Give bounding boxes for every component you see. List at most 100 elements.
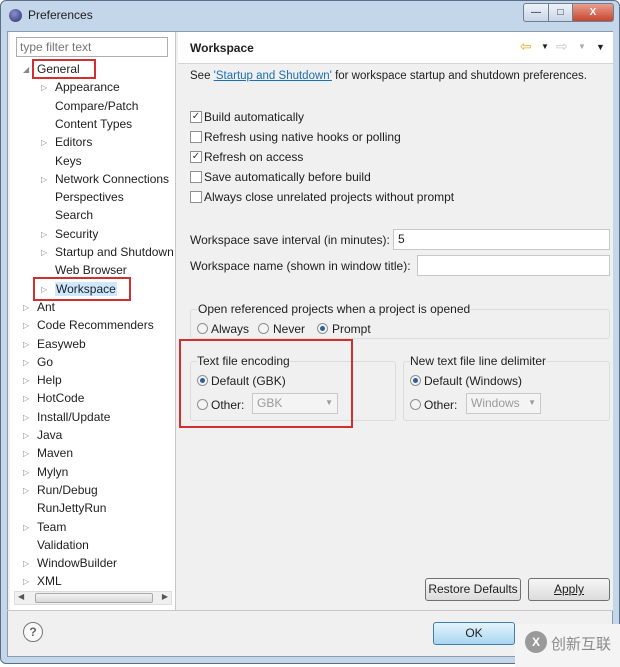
forward-arrow-icon[interactable]: ⇨: [556, 38, 568, 55]
minimize-button[interactable]: —: [523, 3, 549, 22]
always-radio[interactable]: [197, 323, 208, 334]
footer-divider: [7, 610, 613, 611]
watermark-logo: X 创新互联: [515, 624, 620, 667]
eclipse-app-icon: [9, 9, 22, 22]
back-menu-icon[interactable]: ▼: [541, 42, 549, 51]
always-label[interactable]: Always: [211, 322, 249, 336]
expand-arrow-icon[interactable]: ▷: [23, 303, 29, 312]
delimiter-default-radio[interactable]: [410, 375, 421, 386]
view-menu-icon[interactable]: ▼: [596, 42, 605, 52]
tree-item[interactable]: Install/Update: [37, 410, 110, 424]
checkbox-label[interactable]: Always close unrelated projects without …: [204, 190, 454, 204]
tree-item[interactable]: Team: [37, 520, 66, 534]
checkbox[interactable]: [190, 171, 202, 183]
checkbox[interactable]: ✓: [190, 151, 202, 163]
tree-item[interactable]: XML: [37, 574, 62, 588]
tree-item[interactable]: Validation: [37, 538, 89, 552]
expand-arrow-icon[interactable]: ▷: [23, 468, 29, 477]
delimiter-other-label[interactable]: Other:: [424, 398, 457, 412]
expand-arrow-icon[interactable]: ▷: [23, 486, 29, 495]
scroll-thumb[interactable]: [35, 593, 153, 603]
tree-item[interactable]: Startup and Shutdown: [55, 245, 174, 259]
tree-item[interactable]: Compare/Patch: [55, 99, 138, 113]
delimiter-default-label[interactable]: Default (Windows): [424, 374, 522, 388]
help-icon[interactable]: ?: [23, 622, 43, 642]
tree-item[interactable]: Editors: [55, 135, 92, 149]
tree-item[interactable]: Security: [55, 227, 98, 241]
expand-arrow-icon[interactable]: ▷: [23, 449, 29, 458]
expand-arrow-icon[interactable]: ▷: [23, 431, 29, 440]
tree-item[interactable]: Help: [37, 373, 62, 387]
tree-item[interactable]: Search: [55, 208, 93, 222]
expand-arrow-icon[interactable]: ▷: [23, 321, 29, 330]
ok-button[interactable]: OK: [433, 622, 515, 645]
expand-arrow-icon[interactable]: ▷: [41, 175, 47, 184]
prompt-radio[interactable]: [317, 323, 328, 334]
restore-defaults-button[interactable]: Restore Defaults: [425, 578, 521, 601]
apply-button[interactable]: Apply: [528, 578, 610, 601]
expand-arrow-icon[interactable]: ▷: [23, 413, 29, 422]
delimiter-select-value: Windows: [471, 396, 520, 410]
tree-item[interactable]: Content Types: [55, 117, 132, 131]
tree-item[interactable]: Maven: [37, 446, 73, 460]
tree-item[interactable]: Perspectives: [55, 190, 124, 204]
delimiter-select[interactable]: Windows ▼: [466, 393, 541, 414]
tree-item[interactable]: Web Browser: [55, 263, 127, 277]
collapse-arrow-icon[interactable]: ◢: [23, 65, 29, 74]
tree-item[interactable]: Network Connections: [55, 172, 169, 186]
forward-menu-icon[interactable]: ▼: [578, 42, 586, 51]
checkbox[interactable]: [190, 191, 202, 203]
tree-item[interactable]: Appearance: [55, 80, 120, 94]
startup-shutdown-link[interactable]: 'Startup and Shutdown': [214, 70, 332, 82]
checkbox-label[interactable]: Refresh using native hooks or polling: [204, 130, 401, 144]
watermark-icon: X: [525, 631, 547, 653]
highlight-box: [32, 59, 96, 79]
checkbox-label[interactable]: Build automatically: [204, 110, 304, 124]
checkbox[interactable]: ✓: [190, 111, 202, 123]
tree-item[interactable]: Run/Debug: [37, 483, 98, 497]
tree-item[interactable]: HotCode: [37, 391, 84, 405]
expand-arrow-icon[interactable]: ▷: [23, 358, 29, 367]
workspace-name-input[interactable]: [417, 255, 610, 276]
intro-text: See 'Startup and Shutdown' for workspace…: [190, 69, 612, 83]
expand-arrow-icon[interactable]: ▷: [41, 83, 47, 92]
never-radio[interactable]: [258, 323, 269, 334]
tree-item[interactable]: Ant: [37, 300, 55, 314]
close-button[interactable]: X: [572, 3, 614, 22]
page-title: Workspace: [190, 41, 254, 55]
tree-item[interactable]: RunJettyRun: [37, 501, 106, 515]
tree-item[interactable]: Java: [37, 428, 62, 442]
intro-pre: See: [190, 70, 214, 82]
filter-input[interactable]: [16, 37, 168, 57]
workspace-name-label: Workspace name (shown in window title):: [190, 259, 411, 273]
back-arrow-icon[interactable]: ⇦: [520, 38, 532, 55]
maximize-button[interactable]: □: [548, 3, 573, 22]
tree-item[interactable]: WindowBuilder: [37, 556, 117, 570]
open-ref-label: Open referenced projects when a project …: [197, 302, 472, 316]
expand-arrow-icon[interactable]: ▷: [23, 376, 29, 385]
expand-arrow-icon[interactable]: ▷: [23, 577, 29, 586]
expand-arrow-icon[interactable]: ▷: [23, 394, 29, 403]
tree-item[interactable]: Go: [37, 355, 53, 369]
scroll-left-icon[interactable]: ◀: [18, 592, 24, 601]
tree-item[interactable]: Code Recommenders: [37, 318, 154, 332]
expand-arrow-icon[interactable]: ▷: [41, 248, 47, 257]
delimiter-other-radio[interactable]: [410, 399, 421, 410]
expand-arrow-icon[interactable]: ▷: [23, 523, 29, 532]
tree-horizontal-scrollbar[interactable]: ◀ ▶: [14, 591, 172, 605]
checkbox[interactable]: [190, 131, 202, 143]
scroll-right-icon[interactable]: ▶: [162, 592, 168, 601]
expand-arrow-icon[interactable]: ▷: [41, 230, 47, 239]
tree-item[interactable]: Mylyn: [37, 465, 68, 479]
prompt-label[interactable]: Prompt: [332, 322, 371, 336]
expand-arrow-icon[interactable]: ▷: [41, 138, 47, 147]
save-interval-input[interactable]: 5: [393, 229, 610, 250]
expand-arrow-icon[interactable]: ▷: [23, 340, 29, 349]
tree-item[interactable]: Easyweb: [37, 337, 86, 351]
expand-arrow-icon[interactable]: ▷: [23, 559, 29, 568]
checkbox-label[interactable]: Refresh on access: [204, 150, 303, 164]
delimiter-label: New text file line delimiter: [410, 354, 547, 368]
never-label[interactable]: Never: [273, 322, 305, 336]
checkbox-label[interactable]: Save automatically before build: [204, 170, 371, 184]
tree-item[interactable]: Keys: [55, 154, 82, 168]
